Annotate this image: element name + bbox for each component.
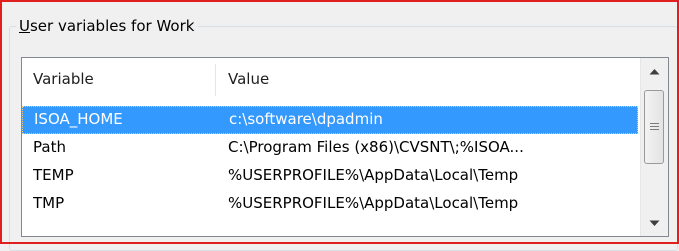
user-variables-list[interactable]: Variable Value ISOA_HOME c:\software\dpa…	[21, 57, 669, 237]
scroll-thumb[interactable]	[644, 90, 664, 164]
cell-variable: ISOA_HOME	[34, 110, 123, 128]
scroll-up-button[interactable]	[641, 58, 668, 84]
group-label-text: ser variables for Work	[29, 17, 195, 35]
vertical-scrollbar[interactable]	[640, 58, 668, 236]
column-divider[interactable]	[215, 64, 216, 96]
user-variables-group-label: User variables for Work	[16, 15, 199, 37]
cell-variable: Path	[33, 138, 66, 156]
list-rows: ISOA_HOME c:\software\dpadmin Path C:\Pr…	[22, 106, 638, 218]
cell-value: %USERPROFILE%\AppData\Local\Temp	[228, 166, 519, 184]
column-header-value[interactable]: Value	[228, 58, 628, 100]
scroll-down-button[interactable]	[641, 210, 668, 236]
cell-variable: TEMP	[33, 166, 74, 184]
cell-value: %USERPROFILE%\AppData\Local\Temp	[228, 194, 519, 212]
table-row[interactable]: TEMP %USERPROFILE%\AppData\Local\Temp	[22, 162, 638, 190]
table-row[interactable]: TMP %USERPROFILE%\AppData\Local\Temp	[22, 190, 638, 218]
chevron-up-icon	[649, 68, 660, 74]
cell-value: C:\Program Files (x86)\CVSNT\;%ISOA...	[228, 138, 524, 156]
cell-value: c:\software\dpadmin	[229, 110, 383, 128]
grip-lines-icon	[649, 123, 659, 130]
cell-variable: TMP	[33, 194, 65, 212]
access-key-letter: U	[19, 17, 30, 35]
list-header: Variable Value	[22, 58, 638, 100]
chevron-down-icon	[649, 220, 660, 226]
column-header-variable[interactable]: Variable	[33, 58, 223, 100]
table-row[interactable]: ISOA_HOME c:\software\dpadmin	[22, 106, 638, 134]
table-row[interactable]: Path C:\Program Files (x86)\CVSNT\;%ISOA…	[22, 134, 638, 162]
